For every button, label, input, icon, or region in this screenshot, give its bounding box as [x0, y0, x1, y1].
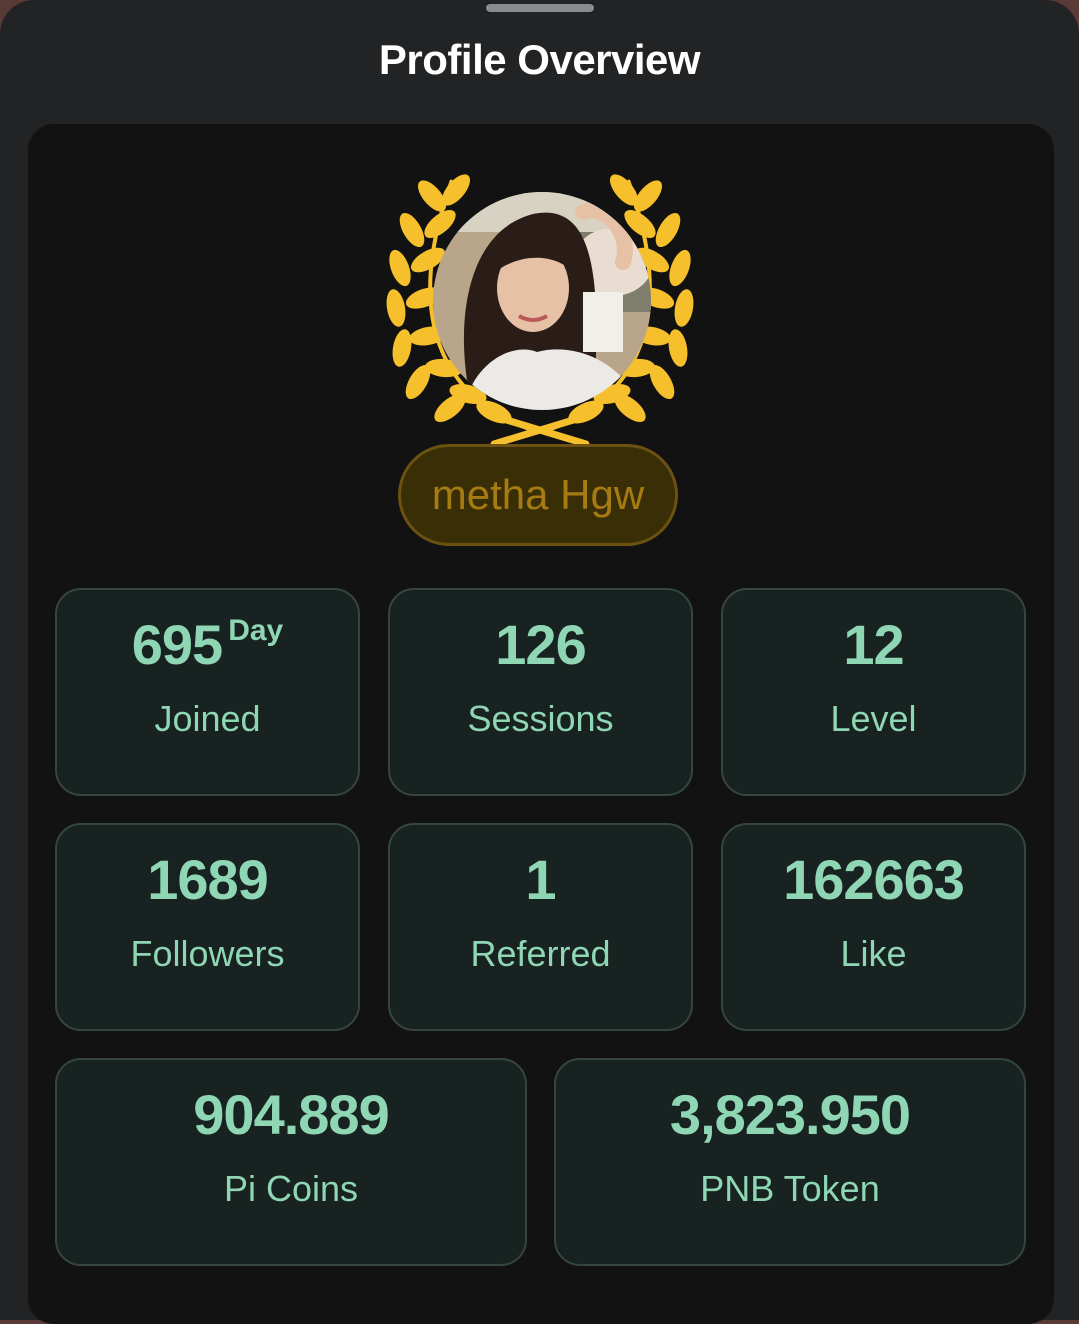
stat-value: 1689 — [147, 848, 269, 911]
stat-label: Joined — [154, 698, 261, 739]
page-title: Profile Overview — [378, 36, 701, 83]
bottom-sheet: Profile Overview metha Hgw 695 Day Joine… — [0, 0, 1079, 1324]
stat-card-joined: 695 Day Joined — [55, 588, 360, 796]
user-photo — [433, 192, 651, 410]
stat-card-level: 12 Level — [721, 588, 1026, 796]
stat-label: Sessions — [467, 698, 614, 739]
stat-label: Pi Coins — [223, 1168, 359, 1209]
stat-value: 695 Day — [131, 613, 284, 676]
stat-value: 904.889 — [193, 1083, 389, 1146]
stat-value: 1 — [525, 848, 556, 911]
stat-card-sessions: 126 Sessions — [388, 588, 693, 796]
user-avatar[interactable] — [433, 192, 651, 410]
stat-value: 3,823.950 — [669, 1083, 911, 1146]
drag-handle[interactable] — [486, 4, 594, 12]
stat-value: 126 — [495, 613, 586, 676]
stat-card-referred[interactable]: 1 Referred — [388, 823, 693, 1031]
stat-card-pnb-token: 3,823.950 PNB Token — [554, 1058, 1026, 1266]
username-badge[interactable]: metha Hgw — [398, 444, 678, 546]
stat-label: Referred — [470, 933, 611, 974]
stat-label: Like — [840, 933, 907, 974]
stat-label: Followers — [130, 933, 285, 974]
stat-card-followers[interactable]: 1689 Followers — [55, 823, 360, 1031]
stat-unit: Day — [228, 614, 284, 647]
stat-card-like: 162663 Like — [721, 823, 1026, 1031]
stat-card-pi-coins: 904.889 Pi Coins — [55, 1058, 527, 1266]
stat-label: Level — [830, 698, 917, 739]
stat-value: 12 — [843, 613, 904, 676]
stat-value: 162663 — [783, 848, 965, 911]
stat-label: PNB Token — [700, 1168, 880, 1209]
